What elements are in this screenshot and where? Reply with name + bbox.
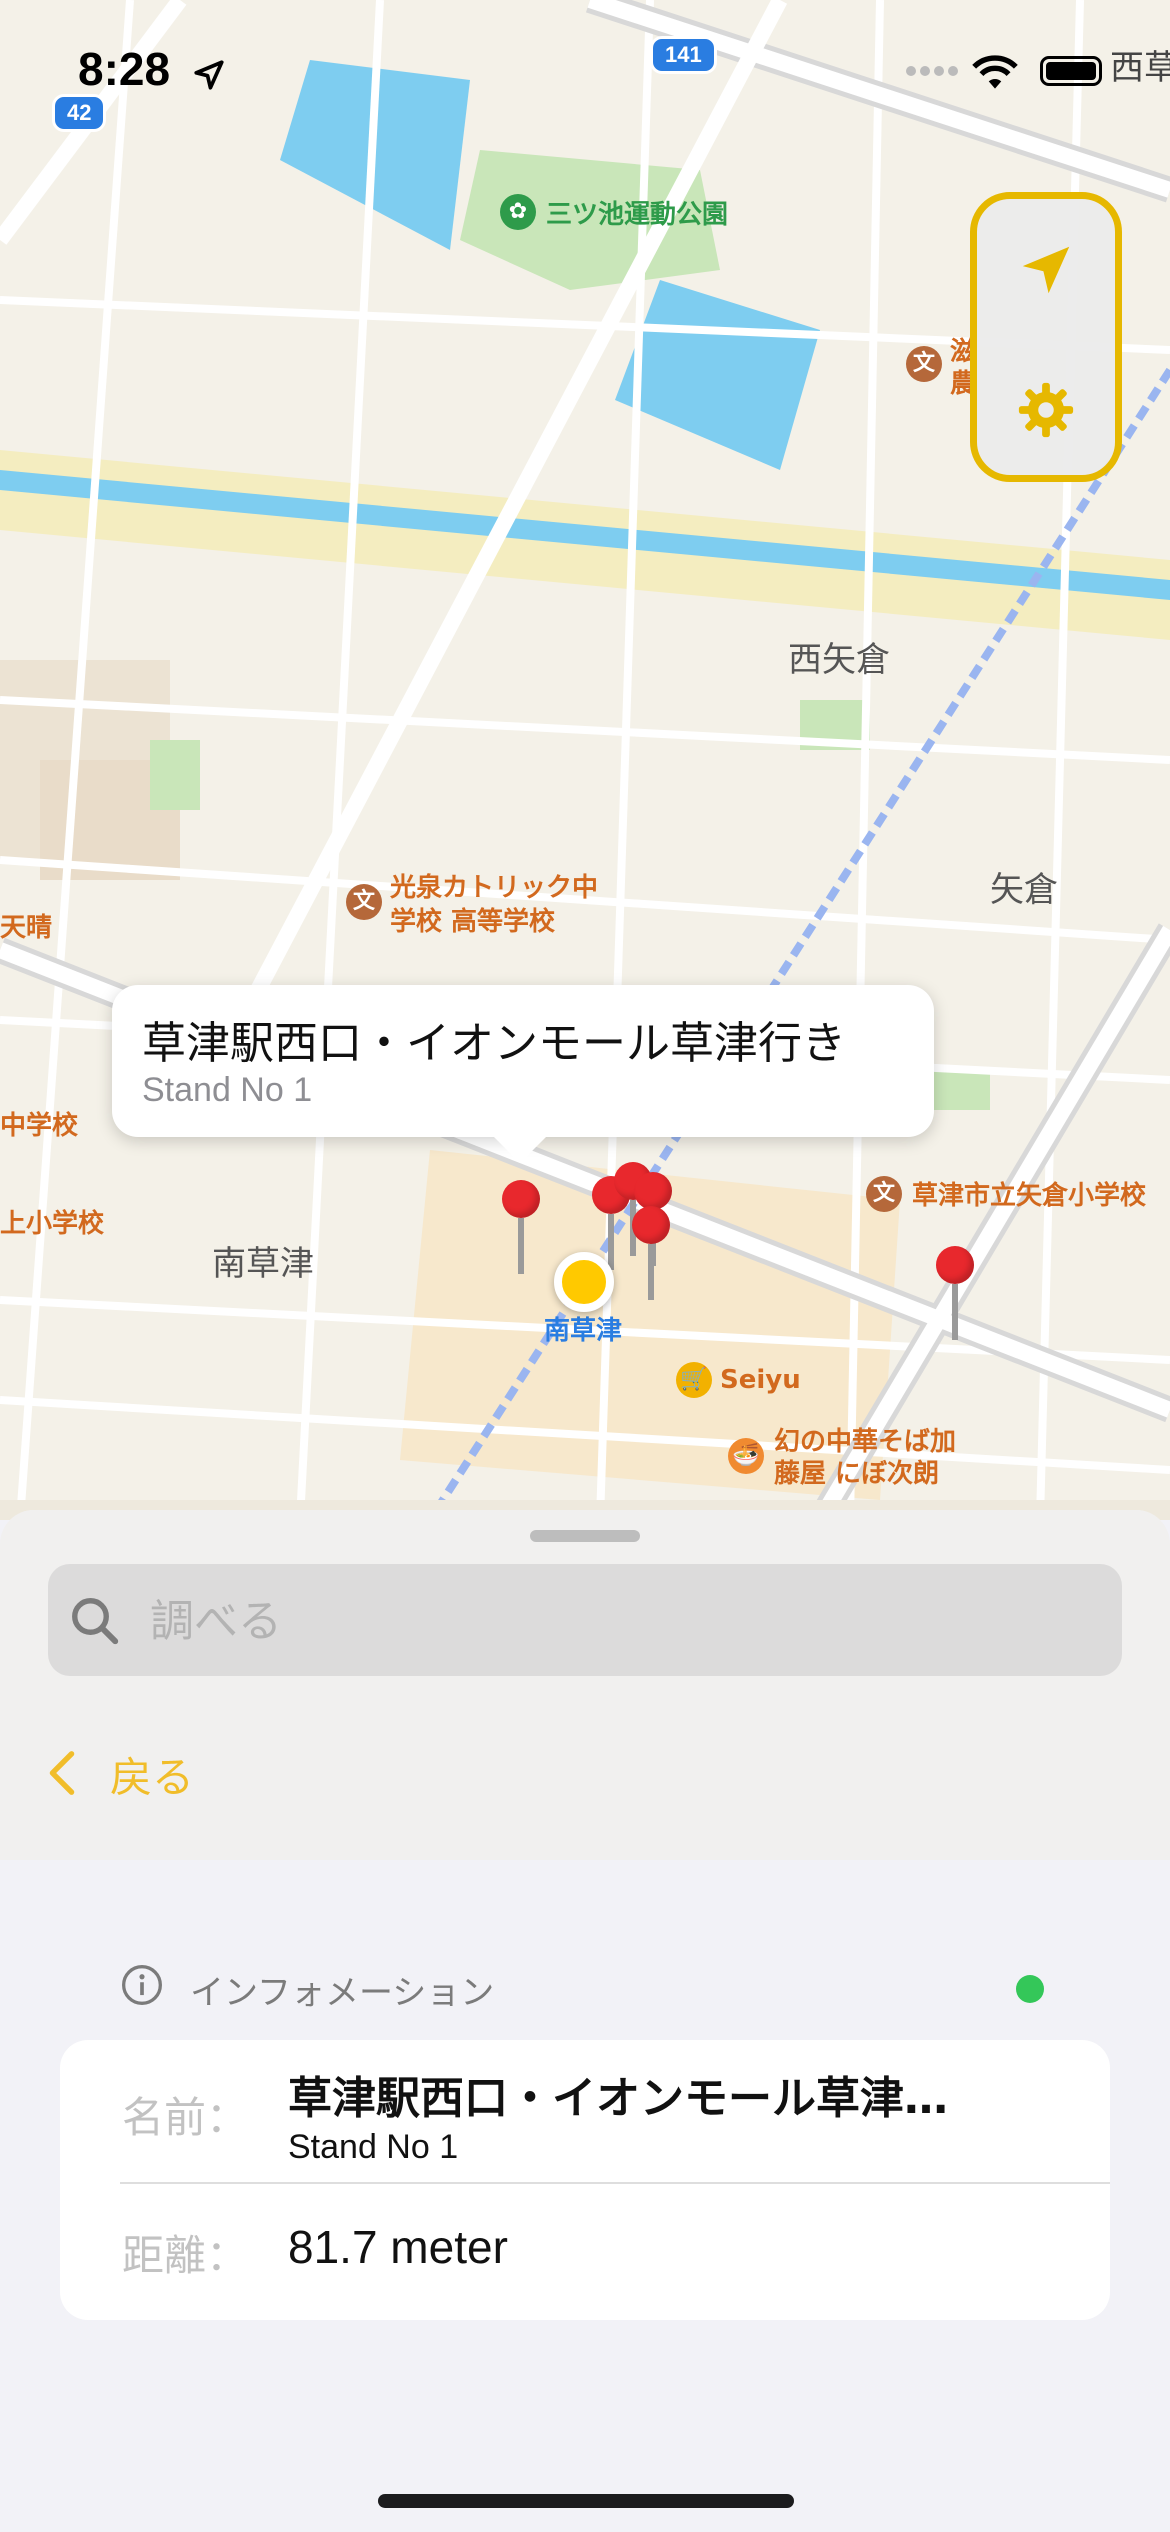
callout-subtitle: Stand No 1 [142, 1071, 313, 1109]
map-label-seiyu: Seiyu [720, 1365, 801, 1395]
map-callout[interactable]: 草津駅西口・イオンモール草津行き Stand No 1 [112, 985, 934, 1163]
status-indicator-dot [1016, 1975, 1044, 2003]
map-pin[interactable] [502, 1180, 540, 1274]
wifi-icon [972, 55, 1018, 89]
bottom-sheet: 戻る インフォメーション 名前： 草津駅西口・イオンモール草津… Stand N… [0, 1510, 1170, 2532]
park-icon: ✿ [500, 194, 536, 230]
location-services-icon [194, 60, 224, 90]
sheet-grabber[interactable] [530, 1530, 640, 1542]
sheet-header: 戻る [0, 1510, 1170, 1860]
info-icon [122, 1965, 162, 2005]
cellular-signal-icon [906, 66, 958, 76]
search-icon [72, 1598, 119, 1645]
map-label-edge-chugakko: 中学校 [0, 1111, 79, 1141]
map-label-school-koizumi-2: 学校 高等学校 [390, 907, 556, 937]
map-pin[interactable] [632, 1206, 670, 1300]
distance-value: 81.7 meter [288, 2221, 508, 2273]
info-card: 名前： 草津駅西口・イオンモール草津… Stand No 1 距離： 81.7 … [60, 2040, 1110, 2320]
chevron-left-icon [49, 1751, 75, 1795]
back-button[interactable]: 戻る [48, 1728, 248, 1808]
name-subtitle: Stand No 1 [288, 2128, 459, 2166]
restaurant-icon: 🍜 [728, 1438, 764, 1474]
divider [120, 2182, 1110, 2184]
callout-title: 草津駅西口・イオンモール草津行き [142, 1018, 846, 1069]
map-label-yagura: 矢倉 [990, 870, 1058, 910]
status-bar: 8:28 西草 [0, 0, 1170, 140]
map-label-edge-tenbare: 天晴 [0, 913, 53, 943]
map-label-school-yagura: 草津市立矢倉小学校 [912, 1181, 1147, 1211]
map-label-school-koizumi-1: 光泉カトリック中 [390, 873, 599, 903]
name-value: 草津駅西口・イオンモール草津… [288, 2073, 948, 2124]
map-pin[interactable] [936, 1246, 974, 1340]
battery-icon [1040, 56, 1102, 86]
gear-icon[interactable] [1015, 379, 1077, 441]
map-label-edge-nishi: 西草 [1110, 48, 1170, 88]
school-icon: 文 [906, 346, 942, 382]
map-view[interactable]: 42 141 ✿ 三ツ池運動公園 文 滋 農 西矢倉 矢倉 文 光泉カトリック中… [0, 0, 1170, 1520]
search-input[interactable] [148, 1564, 1092, 1678]
back-label: 戻る [110, 1753, 195, 1802]
map-label-restaurant-2: 藤屋 にぼ次朗 [774, 1459, 940, 1489]
user-location-dot [554, 1252, 614, 1312]
map-controls [970, 192, 1122, 482]
search-bar[interactable] [48, 1564, 1122, 1678]
name-label: 名前： [122, 2093, 249, 2142]
school-icon: 文 [866, 1176, 902, 1212]
map-label-park: 三ツ池運動公園 [546, 200, 729, 230]
distance-label: 距離： [122, 2231, 249, 2280]
map-label-minamikusatsu: 南草津 [212, 1244, 314, 1284]
shopping-cart-icon: 🛒 [676, 1362, 712, 1398]
location-arrow-icon[interactable] [1015, 239, 1077, 301]
school-icon: 文 [346, 884, 382, 920]
info-title: インフォメーション [190, 1973, 495, 2013]
home-indicator[interactable] [378, 2494, 794, 2508]
info-section-header: インフォメーション [120, 1955, 1070, 2015]
map-label-nishiyagura: 西矢倉 [788, 640, 890, 680]
map-label-station: 南草津 [544, 1316, 623, 1346]
map-label-restaurant-1: 幻の中華そば加 [774, 1427, 957, 1457]
status-time: 8:28 [78, 43, 171, 95]
map-label-edge-shogakko: 上小学校 [0, 1209, 105, 1239]
